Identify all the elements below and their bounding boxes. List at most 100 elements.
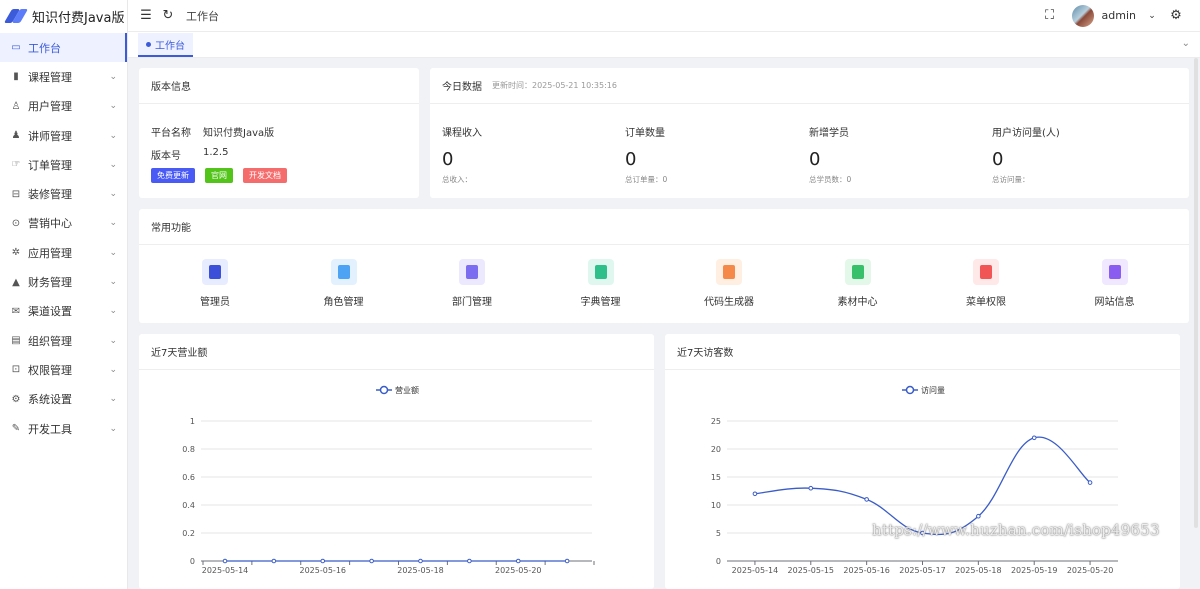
sidebar-item-1[interactable]: ▮ 课程管理 ⌄ [0,62,127,91]
function-material[interactable]: 素材中心 [818,259,898,308]
decoration-icon: ⊟ [11,188,21,200]
chevron-down-icon[interactable]: ⌄ [1182,38,1190,49]
legend-label: 访问量 [921,385,945,395]
sidebar-item-5[interactable]: ⊟ 装修管理 ⌄ [0,179,127,208]
card-title: 版本信息 [139,68,419,104]
sidebar-item-2[interactable]: ♙ 用户管理 ⌄ [0,92,127,121]
legend-marker [905,385,915,395]
menu-toggle-icon[interactable]: ☰ [138,8,154,24]
y-tick-label: 0 [190,557,195,566]
function-menu-permission[interactable]: 菜单权限 [946,259,1026,308]
dev-docs-button[interactable]: 开发文档 [243,168,287,183]
chevron-down-icon: ⌄ [109,423,117,434]
data-point [752,491,758,497]
y-tick-label: 1 [190,417,195,426]
stat-value: 0 [809,149,821,170]
logo-icon [3,9,29,23]
chevron-down-icon[interactable]: ⌄ [1144,8,1160,24]
sidebar-item-8[interactable]: ▲ 财务管理 ⌄ [0,267,127,296]
function-label: 网站信息 [1094,297,1135,308]
sidebar-item-12[interactable]: ⚙ 系统设置 ⌄ [0,385,127,414]
free-update-button[interactable]: 免费更新 [151,168,195,183]
sidebar-item-3[interactable]: ♟ 讲师管理 ⌄ [0,121,127,150]
user-name[interactable]: admin [1102,9,1136,22]
stat-subtitle: 总收入： [442,175,472,184]
refresh-icon[interactable]: ↻ [160,8,176,24]
logo[interactable]: 知识付费Java版 [0,0,127,32]
breadcrumb: 工作台 [186,9,219,23]
order-icon: ☞ [11,159,21,171]
sidebar-item-7[interactable]: ✲ 应用管理 ⌄ [0,238,127,267]
tabs-bar: 工作台 ⌄ [128,32,1200,58]
function-code-generator[interactable]: 代码生成器 [689,259,769,308]
official-site-button[interactable]: 官网 [205,168,233,183]
function-admin[interactable]: 管理员 [175,259,255,308]
book-icon: ▮ [13,71,19,83]
y-tick-label: 0.4 [182,501,195,510]
stat-title: 新增学员 [809,128,849,139]
function-website-info[interactable]: 网站信息 [1075,259,1155,308]
version-row: 版本号 1.2.5 [151,147,228,162]
function-label: 角色管理 [323,297,364,308]
x-tick-label: 2025-05-20 [495,566,542,575]
stat-title: 课程收入 [442,128,482,139]
platform-value: 知识付费Java版 [203,128,275,139]
stat-block: 订单数量 0 总订单量：0 [625,124,795,185]
chevron-down-icon: ⌄ [109,189,117,200]
x-tick-label: 2025-05-17 [899,566,946,575]
y-tick-label: 5 [716,529,721,538]
x-tick-label: 2025-05-16 [300,566,347,575]
stat-subtitle: 总订单量：0 [625,175,668,184]
sidebar-item-9[interactable]: ✉ 渠道设置 ⌄ [0,297,127,326]
sidebar: 知识付费Java版 ▭ 工作台 ▮ 课程管理 ⌄ ♙ 用户管理 ⌄ ♟ 讲师管理 ⌄ ☞ 订单管理 ⌄ ⊟ 装… [0,0,128,589]
sidebar-item-label: 订单管理 [28,158,72,172]
data-point [1031,435,1037,441]
sidebar-item-11[interactable]: ⊡ 权限管理 ⌄ [0,355,127,384]
x-tick-label: 2025-05-18 [397,566,444,575]
data-point [515,558,521,564]
gear-icon[interactable]: ⚙ [1168,8,1184,24]
sidebar-item-6[interactable]: ⊙ 营销中心 ⌄ [0,209,127,238]
fullscreen-icon[interactable]: ⛶ [1042,8,1058,24]
tab-workbench[interactable]: 工作台 [138,33,193,57]
sidebar-item-label: 权限管理 [28,363,72,377]
sidebar-item-4[interactable]: ☞ 订单管理 ⌄ [0,150,127,179]
marketing-icon: ⊙ [11,217,21,229]
today-data-card: 今日数据 更新时间：2025-05-21 10:35:16 课程收入 0 总收入： 订… [430,68,1189,198]
y-tick-label: 15 [711,473,721,482]
function-label: 管理员 [200,297,230,308]
sidebar-item-label: 讲师管理 [28,129,72,143]
data-point [564,558,570,564]
dictionary-icon [587,259,614,285]
code-generator-icon [716,259,742,285]
sidebar-item-10[interactable]: ▤ 组织管理 ⌄ [0,326,127,355]
user-icon: ♙ [11,100,21,112]
sidebar-item-label: 渠道设置 [28,305,72,319]
card-title: 近7天访客数 [665,334,1180,370]
data-point [864,497,869,502]
chevron-down-icon: ⌄ [109,71,117,82]
scrollbar[interactable] [1194,58,1198,528]
x-tick-label: 2025-05-15 [788,566,835,575]
function-role[interactable]: 角色管理 [304,259,384,308]
platform-row: 平台名称 知识付费Java版 [151,124,274,139]
tab-active-dot [146,41,151,47]
legend-label: 营业额 [395,385,419,395]
platform-key: 平台名称 [151,128,191,139]
x-tick-label: 2025-05-16 [843,566,890,575]
card-title-row: 今日数据 更新时间：2025-05-21 10:35:16 [430,68,1189,104]
sidebar-item-label: 开发工具 [28,422,72,436]
chevron-down-icon: ⌄ [109,218,117,229]
chevron-down-icon: ⌄ [109,394,117,405]
sidebar-item-0[interactable]: ▭ 工作台 [0,33,127,63]
monitor-icon: ▭ [11,42,21,54]
avatar[interactable] [1071,4,1094,27]
sidebar-item-label: 用户管理 [28,100,72,114]
settings-icon: ⚙ [11,393,21,405]
function-department[interactable]: 部门管理 [432,259,512,308]
top-header: ☰ ↻ 工作台 ⛶ admin ⌄ ⚙ [128,0,1200,32]
data-point [369,558,374,564]
sidebar-item-13[interactable]: ✎ 开发工具 ⌄ [0,414,127,443]
y-tick-label: 0.8 [182,445,195,454]
function-dictionary[interactable]: 字典管理 [561,259,641,308]
